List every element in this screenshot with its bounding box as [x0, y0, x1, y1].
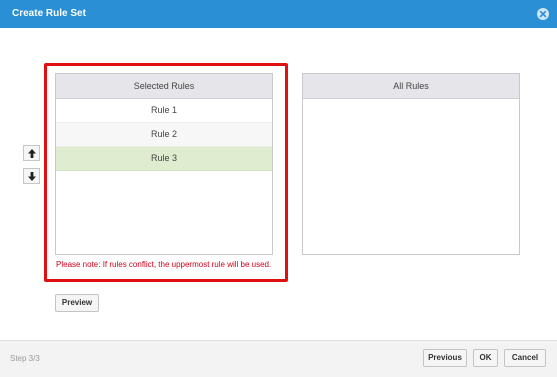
- step-indicator: Step 3/3: [10, 354, 40, 363]
- all-rules-header: All Rules: [303, 74, 519, 99]
- selected-rules-header: Selected Rules: [56, 74, 272, 99]
- preview-button[interactable]: Preview: [55, 294, 99, 312]
- move-up-button[interactable]: [23, 145, 40, 161]
- conflict-note: Please note: If rules conflict, the uppe…: [56, 260, 272, 269]
- ok-button[interactable]: OK: [473, 349, 498, 367]
- cancel-button[interactable]: Cancel: [504, 349, 546, 367]
- selected-rules-panel: Selected Rules Rule 1 Rule 2 Rule 3: [55, 73, 273, 255]
- close-button[interactable]: [537, 8, 549, 20]
- rule-row-1[interactable]: Rule 1: [56, 99, 272, 123]
- dialog-title: Create Rule Set: [12, 8, 86, 19]
- rule-row-3[interactable]: Rule 3: [56, 147, 272, 171]
- arrow-up-icon: [28, 149, 36, 158]
- close-icon: [539, 10, 547, 18]
- previous-button[interactable]: Previous: [423, 349, 467, 367]
- dialog-titlebar: Create Rule Set: [0, 0, 557, 28]
- move-down-button[interactable]: [23, 168, 40, 184]
- rule-row-2[interactable]: Rule 2: [56, 123, 272, 147]
- dialog-footer: Step 3/3 Previous OK Cancel: [0, 340, 557, 377]
- all-rules-panel: All Rules: [302, 73, 520, 255]
- arrow-down-icon: [28, 172, 36, 181]
